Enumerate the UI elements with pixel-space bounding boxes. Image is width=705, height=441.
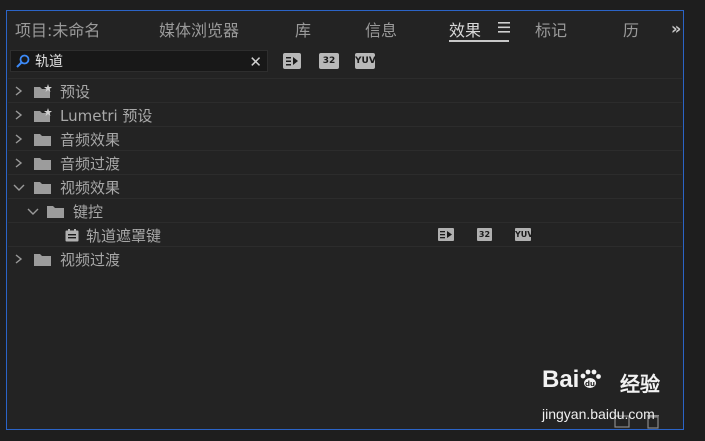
tree-item-track-matte-key[interactable]: 轨道遮罩键 32 YUV [8, 223, 682, 247]
accelerated-effect-icon [286, 57, 298, 66]
panel-menu-icon[interactable] [498, 22, 510, 33]
tree-item-label: 轨道遮罩键 [86, 227, 162, 245]
tab-effects[interactable]: 效果 [449, 17, 481, 41]
chevron-down-icon[interactable] [26, 204, 40, 218]
panel-tab-bar: 项目:未命名 媒体浏览器 库 信息 效果 标记 历 » [7, 11, 683, 45]
tree-item-video-effects[interactable]: 视频效果 [8, 175, 682, 199]
tree-item-label: 键控 [73, 203, 104, 221]
tab-markers[interactable]: 标记 [535, 17, 567, 41]
32bit-effects-filter-button[interactable]: 32 [319, 53, 339, 69]
tree-item-label: 预设 [60, 83, 91, 101]
folder-icon [47, 206, 64, 218]
tree-item-audio-transitions[interactable]: 音频过渡 [8, 151, 682, 175]
folder-icon [34, 158, 51, 170]
chevron-right-icon[interactable] [12, 156, 26, 170]
chevron-down-icon[interactable] [12, 180, 26, 194]
paw-icon: du [580, 369, 602, 388]
tree-item-label: 视频过渡 [60, 251, 121, 269]
tree-item-keying[interactable]: 键控 [8, 199, 682, 223]
tab-history[interactable]: 历 [623, 17, 639, 41]
yuv-effects-filter-button[interactable]: YUV [355, 53, 376, 69]
tree-item-audio-effects[interactable]: 音频效果 [8, 127, 682, 151]
accelerated-badge [438, 228, 454, 241]
tab-info[interactable]: 信息 [365, 17, 397, 41]
folder-icon [34, 134, 51, 146]
watermark-brand: Bai du [542, 366, 602, 394]
accelerated-effects-filter-button[interactable] [283, 53, 301, 69]
folder-icon [34, 254, 51, 266]
tab-project[interactable]: 项目:未命名 [15, 17, 100, 41]
32bit-badge: 32 [477, 228, 492, 241]
overflow-chevron-icon[interactable]: » [671, 19, 681, 38]
clear-search-icon[interactable]: ✕ [249, 53, 262, 71]
accelerated-effect-icon [440, 231, 452, 239]
effect-icon [65, 229, 79, 242]
active-tab-underline [449, 40, 509, 42]
chevron-right-icon[interactable] [12, 252, 26, 266]
baidu-jingyan-watermark: Bai du 经验 jingyan.baidu.com [540, 364, 700, 434]
svg-text:du: du [585, 380, 595, 388]
yuv-badge: YUV [515, 228, 534, 241]
watermark-product: 经验 [620, 372, 660, 396]
tree-item-label: 视频效果 [60, 179, 121, 197]
tree-item-presets[interactable]: 预设 [8, 79, 682, 103]
tree-item-label: Lumetri 预设 [60, 107, 153, 125]
preset-folder-icon [34, 84, 52, 98]
tree-item-lumetri-presets[interactable]: Lumetri 预设 [8, 103, 682, 127]
chevron-right-icon[interactable] [12, 108, 26, 122]
preset-folder-icon [34, 108, 52, 122]
tree-item-label: 音频过渡 [60, 155, 121, 173]
search-icon [16, 54, 30, 68]
chevron-right-icon[interactable] [12, 132, 26, 146]
tree-item-label: 音频效果 [60, 131, 121, 149]
tab-library[interactable]: 库 [295, 17, 311, 41]
search-box: ✕ [10, 50, 268, 72]
folder-icon [34, 182, 51, 194]
watermark-site: jingyan.baidu.com [542, 406, 655, 422]
chevron-right-icon[interactable] [12, 84, 26, 98]
tab-media-browser[interactable]: 媒体浏览器 [159, 17, 239, 41]
search-input[interactable] [35, 51, 245, 71]
tree-item-video-transitions[interactable]: 视频过渡 [8, 247, 682, 271]
